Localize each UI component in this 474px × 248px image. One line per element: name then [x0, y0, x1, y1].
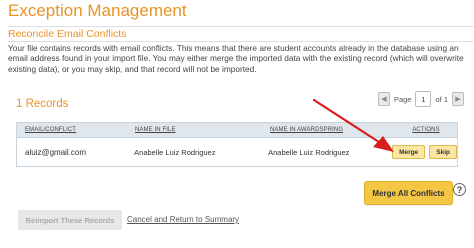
skip-button[interactable]: Skip: [429, 145, 457, 159]
row-email: aluiz@gmail.com: [25, 147, 87, 157]
page-number-input[interactable]: [415, 91, 432, 107]
records-count: 1 Records: [16, 98, 69, 110]
description-text: Your file contains records with email co…: [8, 43, 464, 74]
header-name-in-file[interactable]: NAME IN FILE: [135, 127, 176, 133]
help-icon[interactable]: ?: [453, 183, 466, 196]
annotation-arrow-icon: [312, 98, 394, 152]
page-total: of 1: [435, 94, 448, 104]
title-divider: [8, 26, 474, 27]
chevron-right-icon[interactable]: ▶: [452, 92, 464, 106]
page-title: Exception Management: [8, 1, 187, 20]
subtitle-divider: [8, 41, 474, 42]
row-name-in-file: Anabelle Luiz Rodriguez: [134, 147, 216, 157]
header-actions: ACTIONS: [412, 127, 440, 133]
header-email-conflict[interactable]: EMAIL/CONFLICT: [25, 127, 76, 133]
merge-all-conflicts-button[interactable]: Merge All Conflicts: [364, 181, 453, 205]
section-subtitle: Reconcile Email Conflicts: [8, 28, 127, 40]
reimport-records-button[interactable]: Reimport These Records: [18, 210, 122, 230]
cancel-return-link[interactable]: Cancel and Return to Summary: [127, 215, 239, 224]
